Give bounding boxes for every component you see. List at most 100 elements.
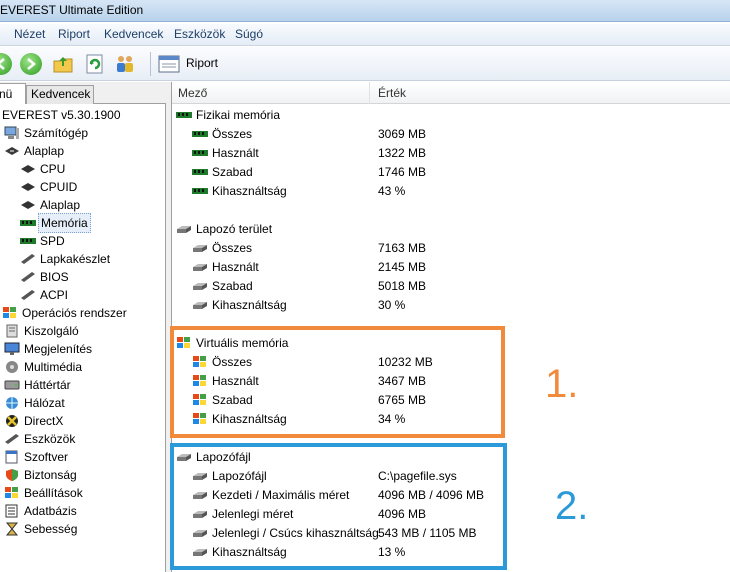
memory-icon xyxy=(192,188,208,194)
field-value: 30 % xyxy=(378,298,406,312)
back-icon[interactable] xyxy=(0,53,12,75)
field-label: Összes xyxy=(212,127,253,141)
title-bar: EVEREST Ultimate Edition xyxy=(0,0,730,22)
database-icon xyxy=(5,504,18,518)
tree-cpuid-label: CPUID xyxy=(40,180,78,194)
field-label: Kihasználtság xyxy=(212,298,287,312)
tree-root-label: EVEREST v5.30.1900 xyxy=(2,108,121,122)
field-label: Szabad xyxy=(212,165,253,179)
tree-os-label: Operációs rendszer xyxy=(22,306,127,320)
tab-favorites-label: Kedvencek xyxy=(31,87,91,101)
disk-icon xyxy=(193,245,207,252)
disk-icon xyxy=(177,226,191,233)
tree-security-label: Biztonság xyxy=(24,468,77,482)
tab-menu[interactable]: nü xyxy=(0,83,26,104)
tree-spd-label: SPD xyxy=(40,234,65,248)
field-value: 5018 MB xyxy=(378,279,427,293)
menu-report[interactable]: Riport xyxy=(58,27,90,41)
tree-software-label: Szoftver xyxy=(24,450,69,464)
tree-display-label: Megjelenítés xyxy=(24,342,93,356)
field-label: Kihasználtság xyxy=(212,184,287,198)
tree-acpi-label: ACPI xyxy=(40,288,69,302)
hourglass-icon xyxy=(5,522,19,536)
tab-favorites[interactable]: Kedvencek xyxy=(26,85,94,104)
tree-storage-label: Háttértár xyxy=(24,378,71,392)
tree-computer-label: Számítógép xyxy=(24,126,89,140)
tree-cpu[interactable]: CPU xyxy=(20,160,160,178)
column-value[interactable]: Érték xyxy=(378,86,406,100)
folder-up-icon[interactable] xyxy=(52,53,74,75)
menu-tools[interactable]: Eszközök xyxy=(174,27,225,41)
tree-board-label: Alaplap xyxy=(40,198,81,212)
tree-bios-label: BIOS xyxy=(40,270,69,284)
field-value: 7163 MB xyxy=(378,241,427,255)
tree-memory-label: Memória xyxy=(38,213,91,233)
field-label: Szabad xyxy=(212,279,253,293)
bios-icon xyxy=(21,272,35,282)
field-value: 43 % xyxy=(378,184,406,198)
tree-motherboard-label: Alaplap xyxy=(24,144,65,158)
memory-icon xyxy=(192,131,208,137)
tree-directx-label: DirectX xyxy=(24,414,64,428)
tree-network-label: Hálózat xyxy=(24,396,65,410)
annotation-number-2: 2. xyxy=(555,484,589,528)
tree-multimedia-label: Multimédia xyxy=(24,360,83,374)
settings-icon xyxy=(5,487,18,498)
cpuid-icon xyxy=(21,183,35,191)
report-label: Riport xyxy=(186,56,219,70)
field-label: Használt xyxy=(212,146,259,160)
memory-icon xyxy=(176,112,192,118)
highlight-box-virtual-memory xyxy=(170,326,505,438)
shield-icon xyxy=(6,469,18,481)
field-value: 2145 MB xyxy=(378,260,427,274)
tree-devices-label: Eszközök xyxy=(24,432,76,446)
section-title: Lapozó terület xyxy=(196,222,273,236)
report-icon xyxy=(158,55,180,73)
tab-menu-label: nü xyxy=(0,87,13,101)
display-icon xyxy=(4,342,20,355)
windows-icon xyxy=(3,307,16,318)
field-value: 1746 MB xyxy=(378,165,427,179)
menu-help[interactable]: Súgó xyxy=(235,27,263,41)
software-icon xyxy=(5,450,18,464)
spd-icon xyxy=(20,238,36,244)
tree-settings-label: Beállítások xyxy=(24,486,83,500)
field-label: Használt xyxy=(212,260,259,274)
field-value: 1322 MB xyxy=(378,146,427,160)
users-icon[interactable] xyxy=(114,53,136,75)
devices-icon xyxy=(5,434,19,444)
chipset-icon xyxy=(21,254,35,264)
navigation-tree: EVEREST v5.30.1900 Számítógép Alaplap CP… xyxy=(0,104,166,572)
menu-bar: Nézet Riport Kedvencek Eszközök Súgó xyxy=(0,24,730,46)
sidebar-tabs: nü Kedvencek xyxy=(0,82,168,104)
field-value: 3069 MB xyxy=(378,127,427,141)
highlight-box-pagefile xyxy=(170,443,507,570)
computer-icon xyxy=(4,126,19,139)
forward-icon[interactable] xyxy=(20,53,42,75)
column-separator[interactable] xyxy=(369,82,370,104)
column-field[interactable]: Mező xyxy=(178,86,207,100)
toolbar: Riport xyxy=(0,47,730,81)
section-title: Fizikai memória xyxy=(196,108,281,122)
network-icon xyxy=(6,397,18,409)
acpi-icon xyxy=(21,290,35,300)
disk-icon xyxy=(193,302,207,309)
board-icon xyxy=(21,201,35,209)
tree-database-label: Adatbázis xyxy=(24,504,77,518)
menu-favorites[interactable]: Kedvencek xyxy=(104,27,163,41)
tree-server-label: Kiszolgáló xyxy=(24,324,79,338)
memory-icon xyxy=(192,150,208,156)
tree-chipset-label: Lapkakészlet xyxy=(40,252,111,266)
memory-icon xyxy=(20,220,36,226)
motherboard-icon xyxy=(5,147,19,155)
cpu-icon xyxy=(21,165,35,173)
toolbar-separator xyxy=(150,52,151,76)
disk-icon xyxy=(193,283,207,290)
column-header: Mező Érték xyxy=(172,82,730,104)
disk-icon xyxy=(193,264,207,271)
storage-icon xyxy=(4,380,20,390)
annotation-number-1: 1. xyxy=(545,362,579,406)
menu-view[interactable]: Nézet xyxy=(14,27,45,41)
tree-cpu-label: CPU xyxy=(40,162,66,176)
refresh-icon[interactable] xyxy=(84,53,106,75)
